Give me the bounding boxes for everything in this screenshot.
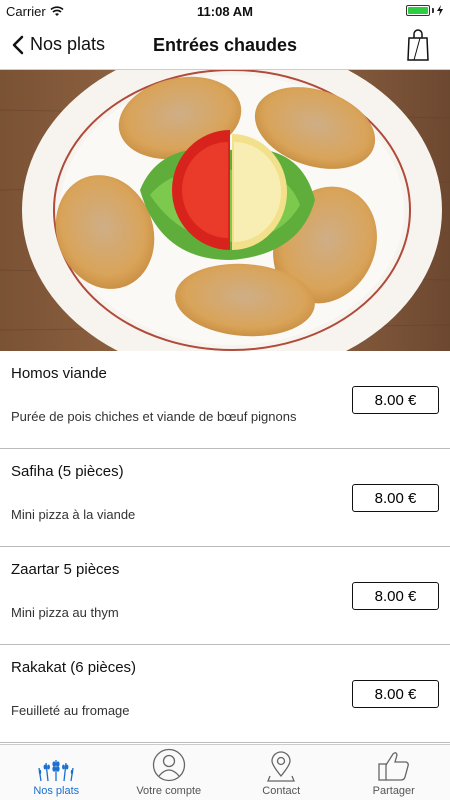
- tab-partager[interactable]: Partager: [338, 745, 450, 800]
- dish-category-image: [0, 70, 450, 351]
- price-button[interactable]: 8.00 €: [352, 680, 439, 708]
- tab-label: Partager: [372, 785, 415, 797]
- battery-icon: [406, 5, 444, 16]
- dish-name: Zaartar 5 pièces: [11, 561, 120, 578]
- wheat-icon: [38, 760, 74, 782]
- dish-name: Rakakat (6 pièces): [11, 659, 137, 676]
- dish-name: Homos viande: [11, 365, 107, 382]
- tab-label: Votre compte: [136, 785, 202, 797]
- dish-row[interactable]: Homos viande Purée de pois chiches et vi…: [0, 351, 450, 449]
- dish-description: Mini pizza à la viande: [11, 507, 136, 522]
- tab-votre-compte[interactable]: Votre compte: [113, 745, 226, 800]
- status-bar: Carrier 11:08 AM: [0, 0, 450, 22]
- tab-label: Contact: [262, 785, 301, 797]
- tab-contact[interactable]: Contact: [225, 745, 338, 800]
- shopping-bag-icon: [407, 29, 429, 61]
- dish-list: Homos viande Purée de pois chiches et vi…: [0, 351, 450, 743]
- location-pin-icon: [267, 751, 296, 782]
- user-icon: [152, 748, 185, 782]
- dish-description: Purée de pois chiches et viande de bœuf …: [11, 409, 297, 424]
- page-title: Entrées chaudes: [152, 35, 298, 55]
- dish-row[interactable]: Safiha (5 pièces) Mini pizza à la viande…: [0, 449, 450, 547]
- tab-bar: Nos plats Votre compte Contact Partager: [0, 744, 450, 800]
- tab-label: Nos plats: [33, 785, 80, 797]
- dish-name: Safiha (5 pièces): [11, 463, 124, 480]
- status-time: 11:08 AM: [197, 4, 253, 19]
- dish-description: Feuilleté au fromage: [11, 703, 130, 718]
- dish-description: Mini pizza au thym: [11, 605, 119, 620]
- nav-bar: Nos plats Entrées chaudes: [0, 22, 450, 70]
- price-button[interactable]: 8.00 €: [352, 484, 439, 512]
- price-button[interactable]: 8.00 €: [352, 582, 439, 610]
- dish-row[interactable]: Rakakat (6 pièces) Feuilleté au fromage …: [0, 645, 450, 743]
- thumbs-up-icon: [378, 752, 409, 781]
- tab-nos-plats[interactable]: Nos plats: [0, 745, 113, 800]
- dish-row[interactable]: Zaartar 5 pièces Mini pizza au thym 8.00…: [0, 547, 450, 645]
- cart-button[interactable]: [406, 28, 430, 67]
- price-button[interactable]: 8.00 €: [352, 386, 439, 414]
